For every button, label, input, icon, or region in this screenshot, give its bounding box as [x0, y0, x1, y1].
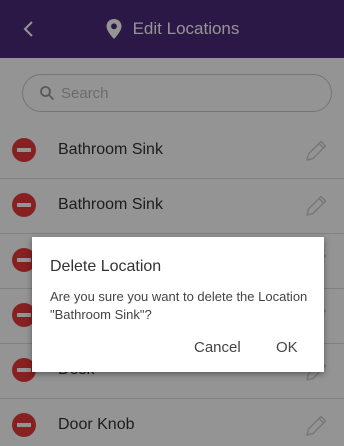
- edit-locations-screen: Edit Locations Bathroom Sink: [0, 0, 344, 446]
- cancel-button[interactable]: Cancel: [194, 339, 241, 356]
- modal-backdrop[interactable]: [0, 0, 344, 446]
- dialog-message: Are you sure you want to delete the Loca…: [50, 289, 308, 322]
- dialog-title: Delete Location: [50, 258, 162, 275]
- ok-button[interactable]: OK: [276, 339, 298, 356]
- delete-location-dialog: Delete Location Are you sure you want to…: [32, 237, 324, 372]
